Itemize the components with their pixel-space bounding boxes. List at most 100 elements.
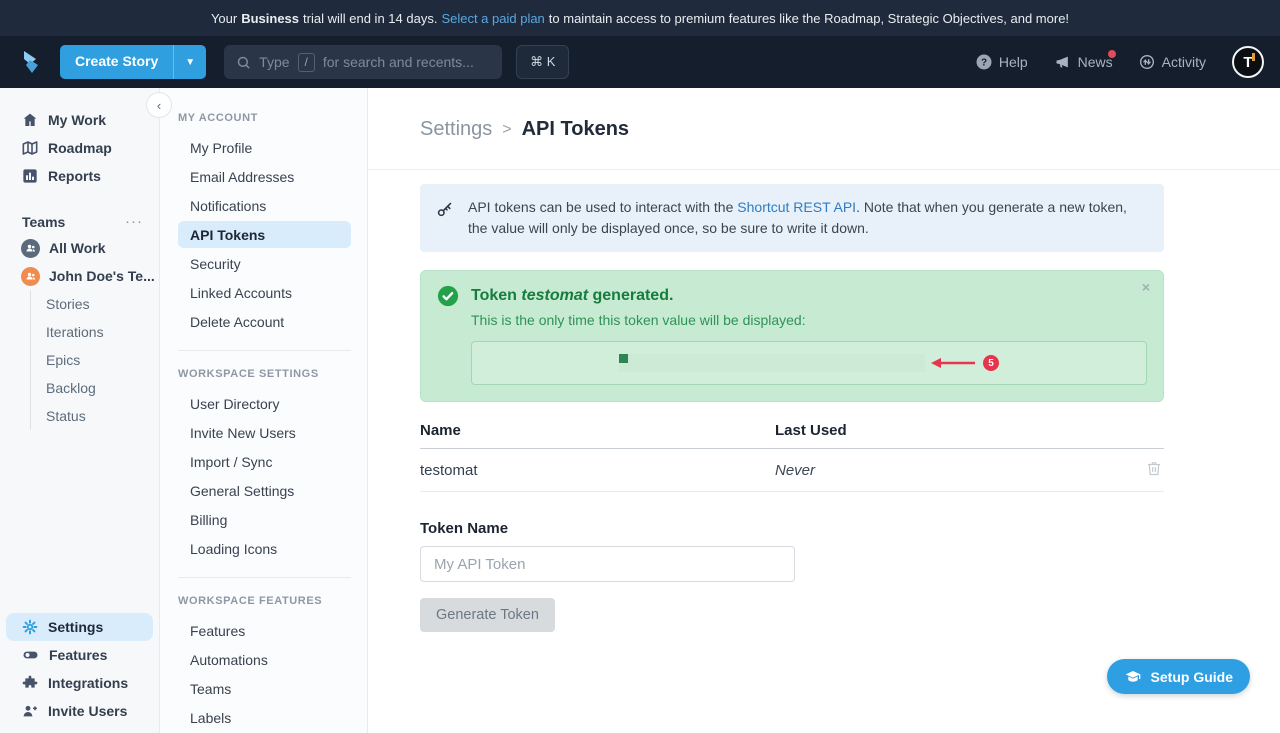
- setup-guide-button[interactable]: Setup Guide: [1107, 659, 1250, 694]
- sidebar-item-features[interactable]: Features: [6, 641, 153, 669]
- top-navbar: Create Story ▼ Type / for search and rec…: [0, 36, 1280, 88]
- settings-nav-labels[interactable]: Labels: [178, 704, 351, 731]
- delete-token-button[interactable]: [1144, 458, 1164, 482]
- sidebar-item-iterations[interactable]: Iterations: [46, 318, 159, 346]
- settings-nav-general-settings[interactable]: General Settings: [178, 477, 351, 504]
- sidebar-item-settings[interactable]: Settings: [6, 613, 153, 641]
- sidebar-item-reports[interactable]: Reports: [0, 162, 159, 190]
- user-avatar[interactable]: T: [1232, 46, 1264, 78]
- user-plus-icon: [22, 703, 38, 719]
- table-row: testomat Never: [420, 449, 1164, 492]
- sidebar-item-roadmap[interactable]: Roadmap: [0, 134, 159, 162]
- check-circle-icon: [437, 285, 459, 307]
- token-name-label: Token Name: [420, 520, 1164, 537]
- generate-token-button[interactable]: Generate Token: [420, 598, 555, 632]
- home-icon: [22, 112, 38, 128]
- settings-nav-invite-new-users[interactable]: Invite New Users: [178, 419, 351, 446]
- settings-nav-automations[interactable]: Automations: [178, 646, 351, 673]
- token-name-emphasis: testomat: [521, 287, 588, 304]
- search-placeholder: for search and recents...: [323, 54, 474, 70]
- sidebar-item-status[interactable]: Status: [46, 402, 159, 430]
- news-menu[interactable]: News: [1054, 54, 1113, 70]
- all-work-avatar: [21, 239, 40, 258]
- search-icon: [236, 55, 251, 70]
- token-name-cell: testomat: [420, 462, 775, 479]
- help-menu[interactable]: ? Help: [976, 54, 1028, 70]
- section-divider: [178, 350, 351, 351]
- settings-nav-features[interactable]: Features: [178, 617, 351, 644]
- people-icon: [25, 270, 37, 282]
- alert-subtitle: This is the only time this token value w…: [471, 312, 1147, 328]
- create-story-label[interactable]: Create Story: [60, 45, 173, 79]
- redacted-token-mosaic: [619, 354, 925, 372]
- command-k-button[interactable]: ⌘ K: [516, 45, 569, 79]
- banner-plan-name: Business: [241, 11, 299, 26]
- activity-icon: [1139, 54, 1155, 70]
- avatar-accent-mark: [1252, 53, 1255, 61]
- teams-more-menu[interactable]: ···: [125, 218, 143, 226]
- sidebar-item-backlog[interactable]: Backlog: [46, 374, 159, 402]
- sidebar-item-integrations[interactable]: Integrations: [6, 669, 153, 697]
- rest-api-link[interactable]: Shortcut REST API: [737, 199, 856, 215]
- table-header-name: Name: [420, 422, 775, 439]
- settings-nav-security[interactable]: Security: [178, 250, 351, 277]
- settings-sidebar: MY ACCOUNT My Profile Email Addresses No…: [160, 88, 368, 733]
- settings-nav-email-addresses[interactable]: Email Addresses: [178, 163, 351, 190]
- settings-nav-teams[interactable]: Teams: [178, 675, 351, 702]
- toggle-icon: [22, 647, 39, 663]
- settings-nav-import-sync[interactable]: Import / Sync: [178, 448, 351, 475]
- graduation-cap-icon: [1124, 669, 1142, 685]
- search-type-label: Type: [259, 54, 289, 70]
- sidebar-collapse-button[interactable]: ‹: [146, 92, 172, 118]
- sidebar-bottom-group: Settings Features Integrations Invite Us…: [0, 613, 159, 733]
- table-header-last-used: Last Used: [775, 422, 1164, 439]
- settings-nav-linked-accounts[interactable]: Linked Accounts: [178, 279, 351, 306]
- sidebar-item-stories[interactable]: Stories: [46, 290, 159, 318]
- news-label: News: [1078, 54, 1113, 70]
- main-content: Settings > API Tokens API tokens can be …: [368, 88, 1280, 733]
- token-name-input[interactable]: [420, 546, 795, 582]
- annotation-arrow-icon: [931, 356, 977, 370]
- create-story-caret-icon[interactable]: ▼: [173, 45, 206, 79]
- section-divider: [178, 577, 351, 578]
- search-input[interactable]: Type / for search and recents...: [224, 45, 502, 79]
- section-header-workspace-settings: WORKSPACE SETTINGS: [178, 368, 351, 380]
- settings-nav-notifications[interactable]: Notifications: [178, 192, 351, 219]
- svg-text:?: ?: [981, 58, 987, 69]
- setup-guide-label: Setup Guide: [1151, 669, 1233, 685]
- sidebar-item-john-does-team[interactable]: John Doe's Te...: [0, 262, 159, 290]
- token-generated-alert: × Token testomat generated. This is the …: [420, 270, 1164, 402]
- slash-key-hint: /: [298, 53, 315, 72]
- sidebar-item-invite-users[interactable]: Invite Users: [6, 697, 153, 725]
- puzzle-icon: [22, 675, 38, 691]
- section-header-workspace-features: WORKSPACE FEATURES: [178, 595, 351, 607]
- page-title: API Tokens: [522, 118, 629, 141]
- people-icon: [25, 242, 37, 254]
- sidebar-item-my-work[interactable]: My Work: [0, 106, 159, 134]
- activity-menu[interactable]: Activity: [1139, 54, 1206, 70]
- settings-nav-api-tokens[interactable]: API Tokens: [178, 221, 351, 248]
- settings-nav-billing[interactable]: Billing: [178, 506, 351, 533]
- select-paid-plan-link[interactable]: Select a paid plan: [441, 11, 544, 26]
- create-story-button[interactable]: Create Story ▼: [60, 45, 206, 79]
- breadcrumb-settings[interactable]: Settings: [420, 118, 492, 141]
- settings-nav-user-directory[interactable]: User Directory: [178, 390, 351, 417]
- banner-text-post: to maintain access to premium features l…: [549, 11, 1069, 26]
- sidebar-item-all-work[interactable]: All Work: [0, 234, 159, 262]
- trial-banner: Your Business trial will end in 14 days.…: [0, 0, 1280, 36]
- page-header: Settings > API Tokens: [368, 88, 1280, 170]
- api-token-info-box: API tokens can be used to interact with …: [420, 184, 1164, 252]
- token-value-box: 5: [471, 341, 1147, 385]
- megaphone-icon: [1054, 54, 1071, 70]
- settings-nav-loading-icons[interactable]: Loading Icons: [178, 535, 351, 562]
- shortcut-logo-icon[interactable]: [16, 47, 46, 77]
- sidebar-item-epics[interactable]: Epics: [46, 346, 159, 374]
- info-text: API tokens can be used to interact with …: [468, 197, 1148, 239]
- settings-nav-delete-account[interactable]: Delete Account: [178, 308, 351, 335]
- token-last-used-cell: Never: [775, 462, 1144, 479]
- settings-nav-my-profile[interactable]: My Profile: [178, 134, 351, 161]
- team-subnav: Stories Iterations Epics Backlog Status: [30, 290, 159, 430]
- key-icon: [436, 201, 453, 218]
- close-icon[interactable]: ×: [1142, 280, 1150, 294]
- john-doe-team-avatar: [21, 267, 40, 286]
